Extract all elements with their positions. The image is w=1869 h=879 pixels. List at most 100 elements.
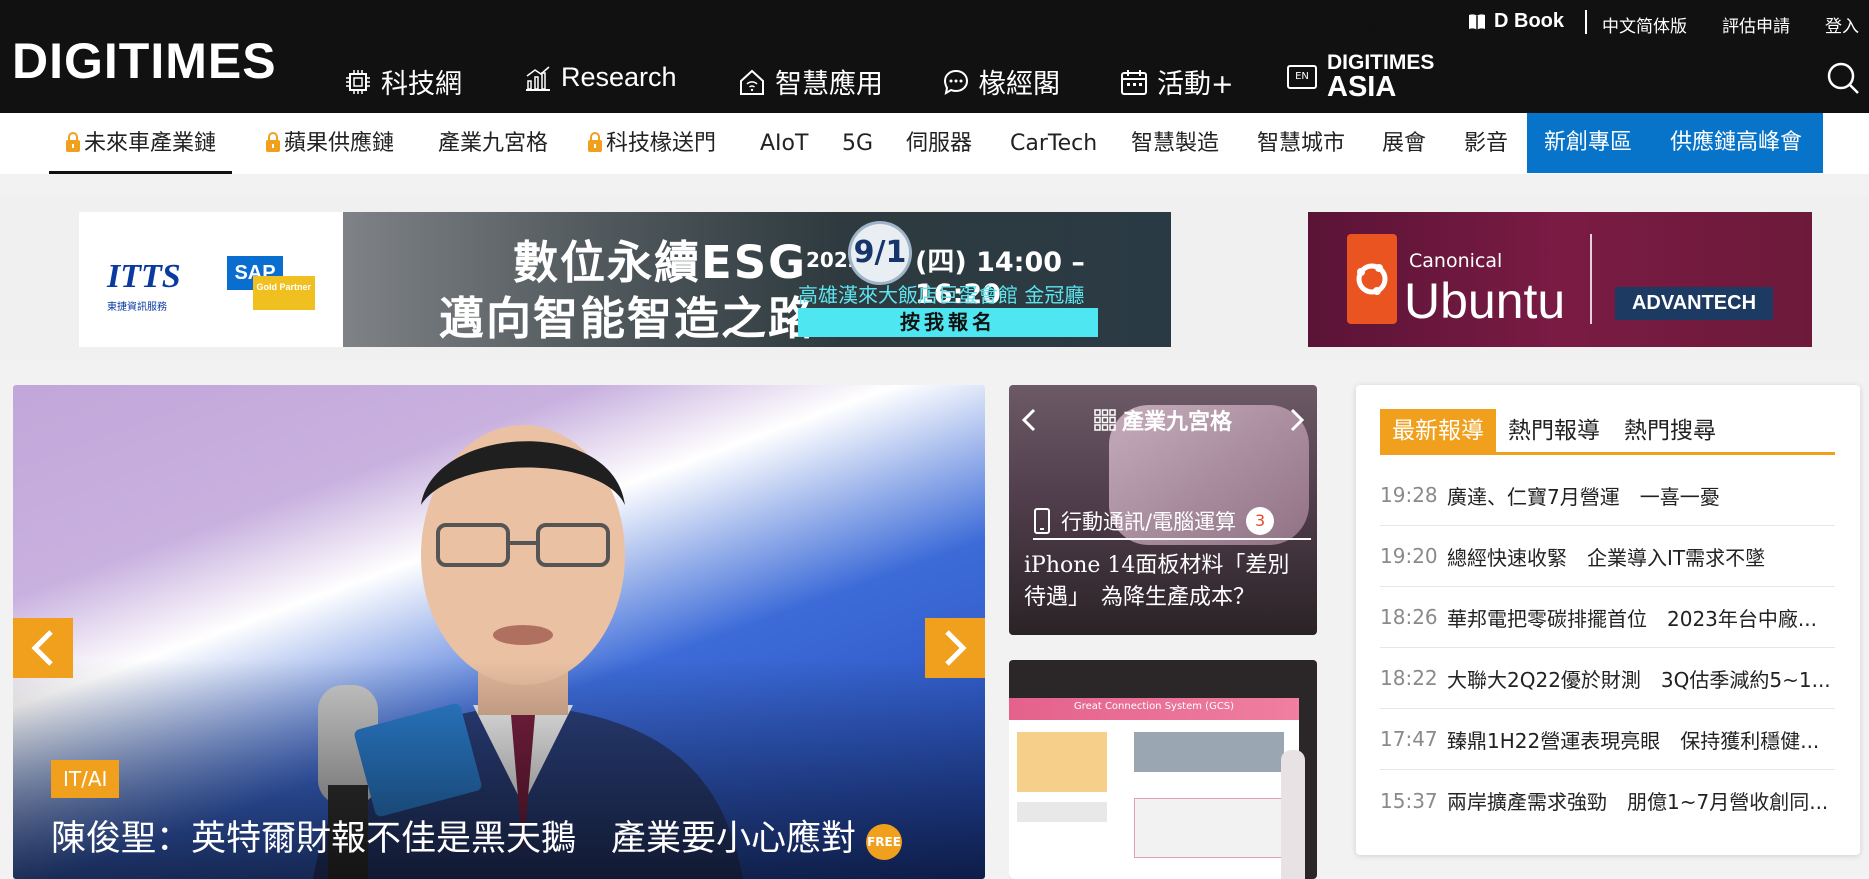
nav-label: 智慧應用 xyxy=(775,69,883,100)
tab-latest[interactable]: 最新報導 xyxy=(1380,409,1496,452)
subnav-supply-chain-summit[interactable]: 供應鏈高峰會 xyxy=(1649,113,1823,173)
nav-events[interactable]: 活動+ xyxy=(1119,62,1234,101)
card-category-label: 行動通訊/電腦運算 xyxy=(1061,509,1237,534)
esg-banner-main: 數位永續ESG 邁向智能智造之路 2022 9/1 (四) 14:00 – 16… xyxy=(343,212,1171,347)
card-count-badge: 3 xyxy=(1246,506,1275,535)
hero-headline[interactable]: 陳俊聖：英特爾財報不佳是黑天鵝 產業要小心應對 FREE xyxy=(51,810,903,861)
dbook-label: D Book xyxy=(1494,10,1564,32)
simplified-chinese-link[interactable]: 中文简体版 xyxy=(1602,12,1687,37)
nav-keji[interactable]: 科技網 xyxy=(343,62,462,101)
subnav-smart-manufacturing[interactable]: 智慧製造 xyxy=(1131,113,1219,174)
subnav-label: 科技椽送門 xyxy=(606,131,717,156)
trial-apply-link[interactable]: 評估申請 xyxy=(1722,12,1790,37)
grid-icon xyxy=(1094,409,1116,431)
en-icon: EN xyxy=(1287,65,1317,89)
presenter xyxy=(1281,750,1305,879)
chevron-right-icon[interactable] xyxy=(1289,407,1305,433)
tab-hot-search[interactable]: 熱門搜尋 xyxy=(1612,409,1728,452)
nav-label: 椽經閣 xyxy=(979,69,1060,100)
screen-block xyxy=(1017,802,1107,822)
news-time: 19:20 xyxy=(1380,544,1438,568)
screen-block xyxy=(1134,798,1284,858)
esg-event-banner[interactable]: ITTS 東捷資訊服務 SAP Gold Partner 數位永續ESG 邁向智… xyxy=(79,212,1171,347)
register-button[interactable]: 按我報名 xyxy=(798,308,1098,337)
dbook-link[interactable]: D Book xyxy=(1467,10,1564,33)
subnav-5g[interactable]: 5G xyxy=(842,113,873,174)
screen-title: Great Connection System (GCS) xyxy=(1073,701,1235,712)
tab-popular[interactable]: 熱門報導 xyxy=(1496,409,1612,452)
calendar-icon xyxy=(1121,69,1147,95)
subnav-industry-grid[interactable]: 產業九宮格 xyxy=(438,113,548,174)
subnav-cartech[interactable]: CarTech xyxy=(1010,113,1097,174)
news-time: 18:26 xyxy=(1380,605,1438,629)
digitimes-logo[interactable]: DIGITIMES xyxy=(12,32,277,90)
hero-carousel[interactable]: IT/AI 陳俊聖：英特爾財報不佳是黑天鵝 產業要小心應對 FREE xyxy=(13,385,985,879)
sap-gold-partner: Gold Partner xyxy=(253,276,315,310)
news-item[interactable]: 19:20 總經快速收緊 企業導入IT需求不墜 xyxy=(1380,526,1835,587)
news-item[interactable]: 17:47 臻鼎1H22營運表現亮眼 保持獲利穩健... xyxy=(1380,709,1835,770)
news-item[interactable]: 18:26 華邦電把零碳排擺首位 2023年台中廠... xyxy=(1380,587,1835,648)
digitimes-asia-link[interactable]: EN DIGITIMES ASIA xyxy=(1287,52,1434,102)
news-title: 廣達、仁寶7月營運 一喜一憂 xyxy=(1447,484,1720,509)
mobile-icon xyxy=(1034,507,1050,534)
subnav-smart-city[interactable]: 智慧城市 xyxy=(1257,113,1345,174)
subnav-future-car[interactable]: 未來車產業鏈 xyxy=(49,113,233,174)
news-title: 臻鼎1H22營運表現亮眼 保持獲利穩健... xyxy=(1447,728,1820,753)
login-link[interactable]: 登入 xyxy=(1825,12,1859,37)
free-badge: FREE xyxy=(866,824,903,860)
lock-icon xyxy=(588,132,602,152)
hero-category-tag[interactable]: IT/AI xyxy=(51,760,120,798)
chip-icon xyxy=(346,69,370,94)
subnav-server[interactable]: 伺服器 xyxy=(906,113,972,174)
subnav-video[interactable]: 影音 xyxy=(1464,113,1508,174)
card-headline[interactable]: iPhone 14面板材料「差別待遇」 為降生產成本？ xyxy=(1024,550,1309,614)
news-title: 總經快速收緊 企業導入IT需求不墜 xyxy=(1447,545,1766,570)
carousel-next-button[interactable] xyxy=(925,618,985,678)
news-time: 15:37 xyxy=(1380,788,1438,813)
ubuntu-advantech-banner[interactable]: Canonical Ubuntu ADVANTECH xyxy=(1308,212,1812,347)
banner-divider xyxy=(1590,234,1592,324)
subnav-aiot[interactable]: AIoT xyxy=(760,113,808,174)
chevron-left-icon xyxy=(31,630,53,666)
news-title: 兩岸擴產需求強勁 朋億1~7月營收創同... xyxy=(1447,790,1829,814)
nav-chuanjingge[interactable]: 椽經閣 xyxy=(941,62,1060,101)
card-category[interactable]: 行動通訊/電腦運算 3 xyxy=(1033,503,1311,540)
book-icon xyxy=(1469,13,1485,30)
util-divider xyxy=(1585,10,1587,34)
lock-icon xyxy=(266,132,280,152)
asia-line1: DIGITIMES xyxy=(1327,51,1435,74)
hero-title-text: 陳俊聖：英特爾財報不佳是黑天鵝 產業要小心應對 xyxy=(51,819,857,859)
screen-image xyxy=(1017,732,1107,792)
search-icon[interactable] xyxy=(1826,61,1860,95)
chart-icon xyxy=(526,65,550,91)
carousel-prev-button[interactable] xyxy=(13,618,73,678)
industry-grid-card[interactable]: 產業九宮格 行動通訊/電腦運算 3 iPhone 14面板材料「差別待遇」 為降… xyxy=(1009,385,1317,635)
video-card[interactable]: Great Connection System (GCS) xyxy=(1009,660,1317,879)
sponsor-logos: ITTS 東捷資訊服務 SAP Gold Partner xyxy=(79,212,343,347)
news-title: 華邦電把零碳排擺首位 2023年台中廠... xyxy=(1447,606,1817,631)
card-heading: 產業九宮格 xyxy=(1121,410,1232,435)
itts-logo: ITTS xyxy=(107,258,181,295)
subnav-apple-chain[interactable]: 蘋果供應鏈 xyxy=(265,113,394,174)
canonical-logo-icon xyxy=(1347,234,1397,324)
subnav-label: 未來車產業鏈 xyxy=(84,131,217,156)
nav-smart[interactable]: 智慧應用 xyxy=(737,62,883,101)
subnav-chuansongmen[interactable]: 科技椽送門 xyxy=(587,113,716,174)
news-time: 18:22 xyxy=(1380,666,1438,690)
asia-line2: ASIA xyxy=(1327,71,1397,103)
news-item[interactable]: 18:22 大聯大2Q22優於財測 3Q估季減約5~1... xyxy=(1380,648,1835,709)
news-tabs: 最新報導 熱門報導 熱門搜尋 xyxy=(1380,409,1835,455)
news-time: 17:47 xyxy=(1380,727,1438,751)
itts-sub: 東捷資訊服務 xyxy=(107,302,167,313)
chevron-left-icon[interactable] xyxy=(1021,407,1037,433)
subnav-expo[interactable]: 展會 xyxy=(1382,113,1426,174)
lock-icon xyxy=(66,132,80,152)
chuansongmen-link[interactable]: 椽送門 xyxy=(1366,12,1417,37)
subnav-startup-zone[interactable]: 新創專區 xyxy=(1527,113,1649,173)
news-item[interactable]: 19:28 廣達、仁寶7月營運 一喜一憂 xyxy=(1380,465,1835,526)
news-item[interactable]: 15:37 兩岸擴產需求強勁 朋億1~7月營收創同... xyxy=(1380,770,1835,831)
smart-home-icon xyxy=(740,69,764,95)
banner-date: 9/1 xyxy=(851,224,909,282)
nav-research[interactable]: Research xyxy=(523,62,677,93)
nav-label: 科技網 xyxy=(381,69,462,100)
